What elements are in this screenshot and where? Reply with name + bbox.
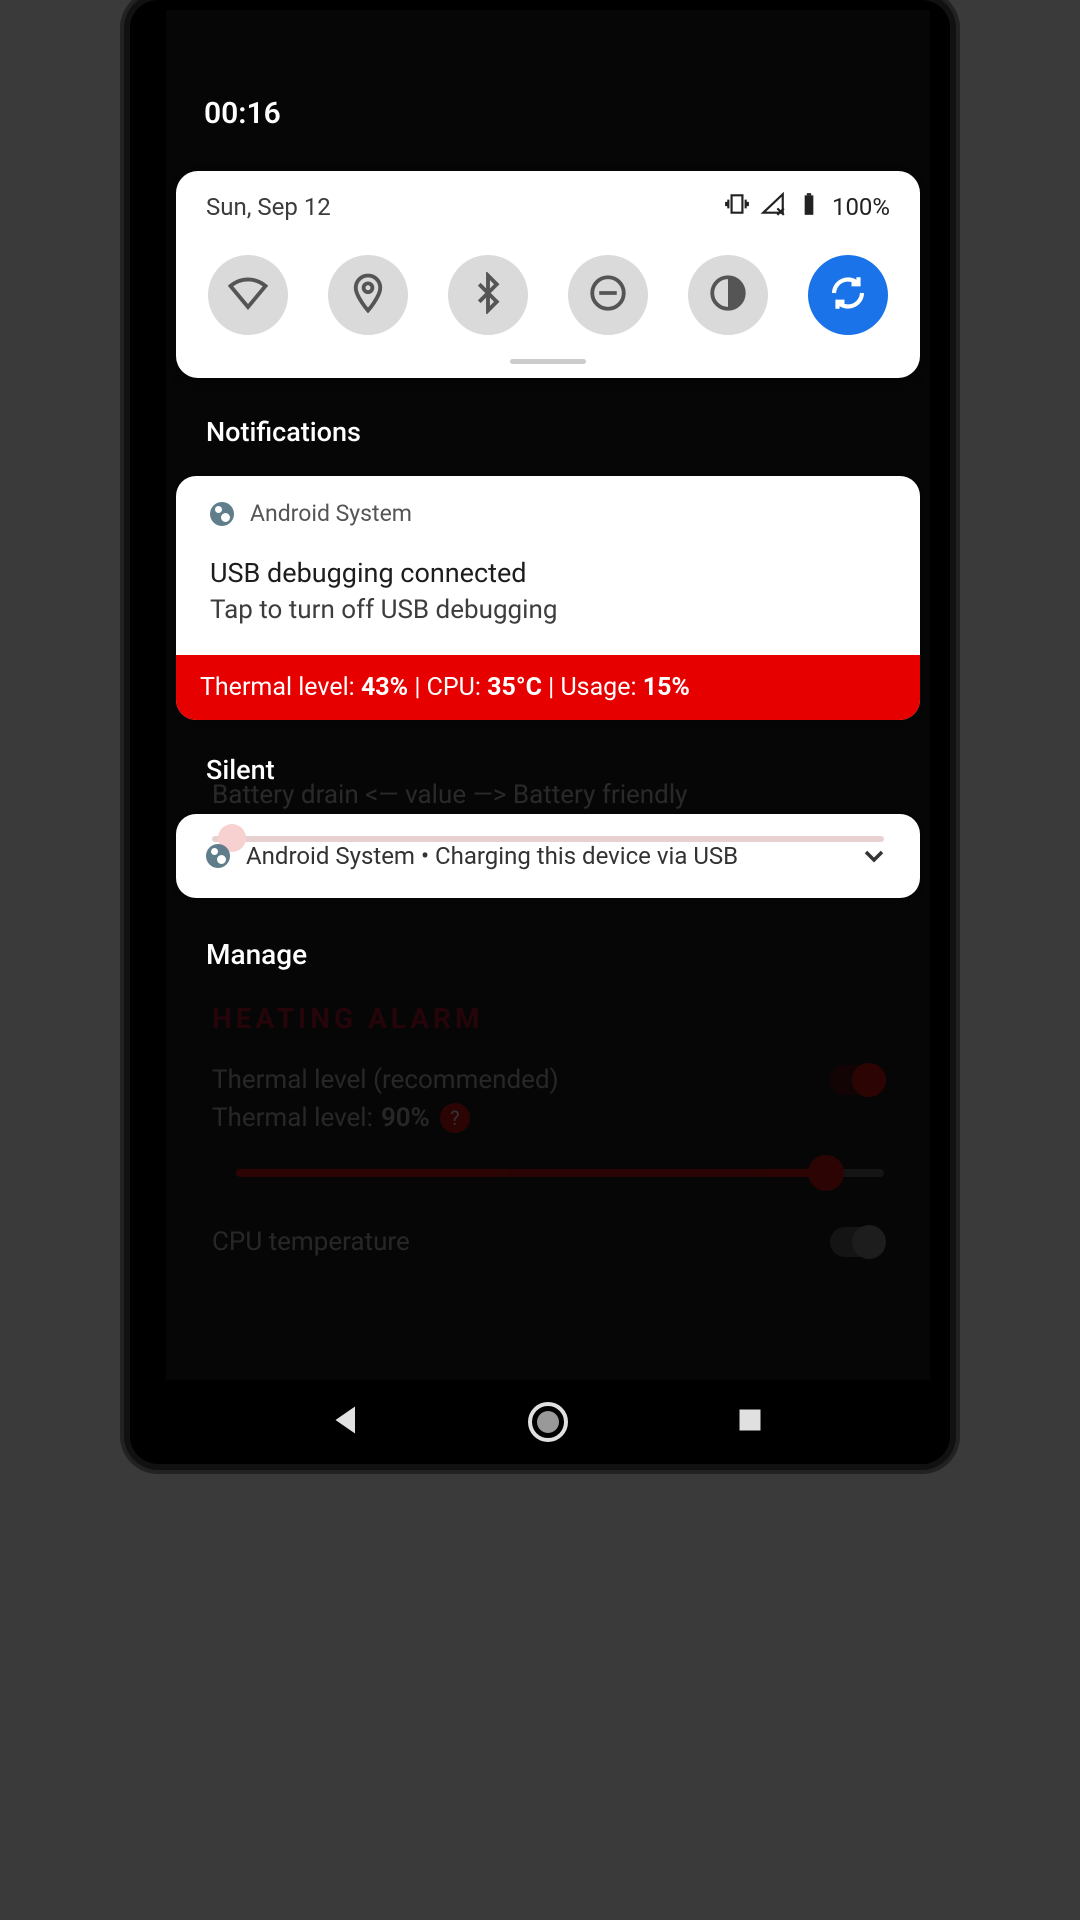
status-icons: 100% — [724, 191, 890, 223]
notification-charging[interactable]: Android System • Charging this device vi… — [176, 814, 920, 898]
android-system-icon — [210, 502, 234, 526]
qs-bluetooth-tile[interactable] — [448, 255, 528, 335]
bg-thermal-slider — [236, 1169, 884, 1177]
charging-notif-text: Android System • Charging this device vi… — [246, 842, 842, 870]
bg-cpu-temp-label: CPU temperature — [212, 1227, 410, 1257]
manage-button[interactable]: Manage — [206, 938, 930, 971]
bg-thermal-recommended-label: Thermal level (recommended) — [212, 1065, 559, 1095]
quick-settings-panel[interactable]: Sun, Sep 12 100% — [176, 171, 920, 378]
thermal-label: Thermal level: — [200, 673, 355, 702]
nav-home-button[interactable] — [528, 1402, 568, 1442]
bluetooth-icon — [467, 272, 509, 318]
bg-cpu-temp-row: CPU temperature — [212, 1227, 884, 1257]
notif-body: Tap to turn off USB debugging — [210, 595, 886, 625]
qs-wifi-tile[interactable] — [208, 255, 288, 335]
qs-location-tile[interactable] — [328, 255, 408, 335]
android-system-icon — [206, 844, 230, 868]
cpu-value: 35°C — [487, 673, 542, 702]
qs-expand-handle[interactable] — [510, 359, 586, 364]
bg-thermal-toggle — [830, 1065, 884, 1095]
qs-auto-rotate-tile[interactable] — [808, 255, 888, 335]
bg-thermal-value: 90% — [381, 1103, 430, 1133]
nav-recents-button[interactable] — [732, 1402, 768, 1442]
cpu-label: CPU: — [427, 673, 481, 702]
status-date: Sun, Sep 12 — [206, 193, 724, 221]
bg-thermal-value-row: Thermal level: 90% ? — [212, 1103, 884, 1133]
qs-dark-theme-tile[interactable] — [688, 255, 768, 335]
bg-alarm-header: HEATING ALARM — [212, 1002, 884, 1035]
battery-icon — [796, 191, 822, 223]
chevron-down-icon[interactable] — [858, 840, 890, 872]
no-signal-icon — [760, 191, 786, 223]
navigation-bar — [166, 1380, 930, 1464]
silent-header: Silent — [206, 754, 930, 786]
notif-app-name: Android System — [250, 500, 412, 527]
bg-thermal-recommended-row: Thermal level (recommended) — [212, 1065, 884, 1095]
usage-label: Usage: — [560, 673, 636, 702]
dnd-icon — [587, 272, 629, 318]
thermal-overlay-bar: Thermal level: 43% | CPU: 35°C | Usage: … — [176, 655, 920, 720]
bg-thermal-value-label: Thermal level: — [212, 1103, 373, 1133]
status-time: 00:16 — [166, 10, 930, 131]
battery-percent: 100% — [832, 193, 890, 221]
bg-cpu-toggle — [830, 1227, 884, 1257]
vibrate-icon — [724, 191, 750, 223]
nav-back-button[interactable] — [328, 1402, 364, 1442]
location-icon — [347, 272, 389, 318]
usage-value: 15% — [643, 673, 690, 702]
dark-theme-icon — [707, 272, 749, 318]
notifications-header: Notifications — [206, 416, 930, 448]
wifi-icon — [227, 272, 269, 318]
notification-usb-debugging[interactable]: Android System USB debugging connected T… — [176, 476, 920, 720]
thermal-value: 43% — [361, 673, 408, 702]
qs-dnd-tile[interactable] — [568, 255, 648, 335]
help-icon: ? — [440, 1103, 470, 1133]
notif-title: USB debugging connected — [210, 557, 886, 589]
auto-rotate-icon — [827, 272, 869, 318]
